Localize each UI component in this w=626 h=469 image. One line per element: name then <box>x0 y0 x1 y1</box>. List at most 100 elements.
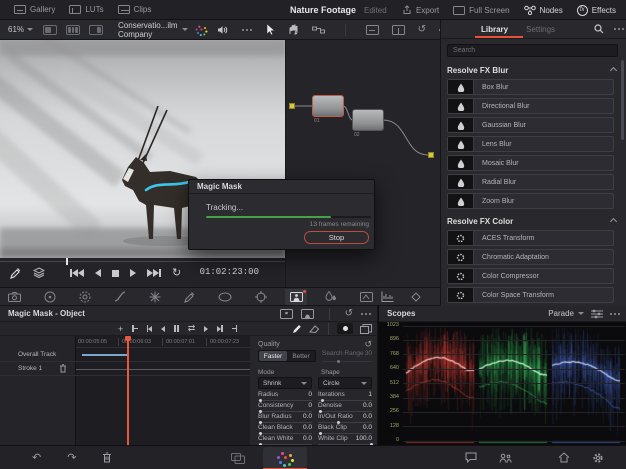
redo-icon[interactable]: ↷ <box>67 451 76 464</box>
viewer-more-menu-icon[interactable] <box>242 29 244 31</box>
enhance-wand-icon[interactable] <box>200 28 202 30</box>
library-section-header[interactable]: Resolve FX Color <box>441 212 626 230</box>
pause-tracking-button[interactable] <box>174 325 179 332</box>
shape-dropdown[interactable]: Circle <box>318 377 372 389</box>
delete-stroke-icon[interactable] <box>59 364 67 373</box>
fx-item[interactable]: Box Blur <box>447 79 614 95</box>
track-to-end-button[interactable] <box>217 325 223 332</box>
track-back-button[interactable] <box>161 326 165 332</box>
blur-palette-icon[interactable] <box>325 291 337 302</box>
timeline-playhead[interactable] <box>127 336 129 445</box>
fx-item[interactable]: Zoom Blur <box>447 193 614 209</box>
nodes-button[interactable]: Nodes <box>524 5 563 15</box>
tab-library[interactable]: Library <box>481 25 508 34</box>
track-to-start-button[interactable] <box>147 325 153 332</box>
stop-tracking-button[interactable]: Stop <box>304 231 369 244</box>
param-slider[interactable]: Consistency0 <box>258 402 312 413</box>
color-page-button[interactable] <box>263 447 307 468</box>
export-button[interactable]: Export <box>402 5 439 15</box>
fx-item[interactable]: ACES Transform <box>447 230 614 246</box>
home-icon[interactable] <box>558 452 570 463</box>
fx-item[interactable]: Gaussian Blur <box>447 117 614 133</box>
collaboration-icon[interactable] <box>499 453 512 463</box>
clips-button[interactable]: Clips <box>118 5 152 14</box>
scopes-palette-icon[interactable] <box>381 291 394 302</box>
speaker-icon[interactable] <box>217 25 228 35</box>
edit-page-icon[interactable] <box>231 453 245 464</box>
library-more-menu-icon[interactable] <box>614 28 616 30</box>
param-slider[interactable]: In/Out Ratio0.0 <box>318 413 372 424</box>
corrector-node-01[interactable] <box>313 96 343 116</box>
stop-button[interactable] <box>112 270 119 277</box>
mask-more-menu-icon[interactable] <box>361 313 363 315</box>
color-warper-icon[interactable] <box>79 291 91 303</box>
param-slider[interactable]: Radius0 <box>258 391 312 402</box>
fx-item[interactable]: Lens Blur <box>447 136 614 152</box>
single-view-icon[interactable] <box>43 25 57 35</box>
layers-icon[interactable] <box>33 267 45 278</box>
power-window-icon[interactable] <box>218 292 232 302</box>
node-tool-icon[interactable] <box>312 25 325 35</box>
scope-mode-dropdown[interactable]: Parade <box>548 309 584 318</box>
track-forward-button[interactable] <box>204 326 208 332</box>
quality-segmented-control[interactable]: Faster Better <box>258 350 316 362</box>
person-mask-toggle-icon[interactable] <box>301 309 314 319</box>
scrubber-playhead[interactable] <box>66 258 68 265</box>
loop-icon[interactable]: ↻ <box>172 268 181 278</box>
magic-mask-palette-button[interactable] <box>285 289 307 305</box>
tracker-icon[interactable] <box>255 291 267 303</box>
jump-start-button[interactable] <box>70 269 84 277</box>
clip-menu-dropdown[interactable]: Conservatio...ilm Company <box>118 21 188 39</box>
param-slider[interactable]: Black Clip0.0 <box>318 424 372 435</box>
keyframes-palette-icon[interactable] <box>410 292 422 302</box>
split-view-icon[interactable] <box>89 25 103 35</box>
gallery-button[interactable]: Gallery <box>14 5 55 14</box>
library-section-header[interactable]: Resolve FX Blur <box>441 61 626 79</box>
tab-settings[interactable]: Settings <box>526 25 555 34</box>
camera-raw-icon[interactable] <box>8 292 21 302</box>
eraser-icon[interactable] <box>309 324 320 333</box>
jump-end-button[interactable] <box>147 269 161 277</box>
mode-dropdown[interactable]: Shrink <box>258 377 312 389</box>
fx-item[interactable]: Mosaic Blur <box>447 155 614 171</box>
settings-gear-icon[interactable] <box>592 452 604 464</box>
corrector-node-02[interactable] <box>353 110 383 130</box>
scope-settings-icon[interactable] <box>591 309 603 319</box>
param-slider[interactable]: Blur Radius0.0 <box>258 413 312 424</box>
zoom-level-dropdown[interactable]: 61% <box>8 25 33 34</box>
play-button[interactable] <box>130 269 136 277</box>
source-connector-icon[interactable] <box>289 103 295 109</box>
hand-tool-icon[interactable] <box>288 24 299 35</box>
full-screen-button[interactable]: Full Screen <box>453 6 509 15</box>
param-slider[interactable]: Denoise0.0 <box>318 402 372 413</box>
reset-view-icon[interactable]: ↺ <box>418 24 426 35</box>
color-wheels-icon[interactable] <box>44 291 56 303</box>
clip-in-icon[interactable] <box>132 325 138 332</box>
output-connector-icon[interactable] <box>428 152 434 158</box>
add-keyframe-icon[interactable]: + <box>118 324 123 334</box>
fx-item[interactable]: Chromatic Adaptation <box>447 249 614 265</box>
curves-icon[interactable] <box>114 291 126 302</box>
eyedropper-icon[interactable] <box>10 267 21 279</box>
search-input[interactable]: Search <box>447 44 618 57</box>
quality-faster-option[interactable]: Faster <box>259 351 287 361</box>
object-mask-toggle-icon[interactable] <box>280 309 293 319</box>
split-screen-icon[interactable] <box>392 25 405 35</box>
mask-timeline[interactable]: 00:00:05:0500:00:06:0300:00:07:0100:00:0… <box>0 336 250 445</box>
trash-icon[interactable] <box>102 452 112 463</box>
quality-better-option[interactable]: Better <box>287 351 315 361</box>
track-bidirectional-icon[interactable]: ⇄ <box>188 325 196 332</box>
fx-item[interactable]: Color Space Transform <box>447 287 614 303</box>
key-palette-icon[interactable] <box>360 292 373 302</box>
scopes-more-menu-icon[interactable] <box>610 313 612 315</box>
fx-item[interactable]: Directional Blur <box>447 98 614 114</box>
reset-panel-icon[interactable]: ↺ <box>345 308 353 319</box>
stroke-pen-icon[interactable] <box>292 323 302 334</box>
cursor-tool-icon[interactable] <box>266 24 275 36</box>
library-scrollbar[interactable] <box>621 60 624 140</box>
reset-settings-icon[interactable]: ↺ <box>364 339 372 350</box>
luts-button[interactable]: LUTs <box>69 5 103 14</box>
undo-icon[interactable]: ↶ <box>32 451 41 464</box>
image-overlay-icon[interactable] <box>366 25 379 35</box>
qualifier-icon[interactable] <box>184 291 195 303</box>
